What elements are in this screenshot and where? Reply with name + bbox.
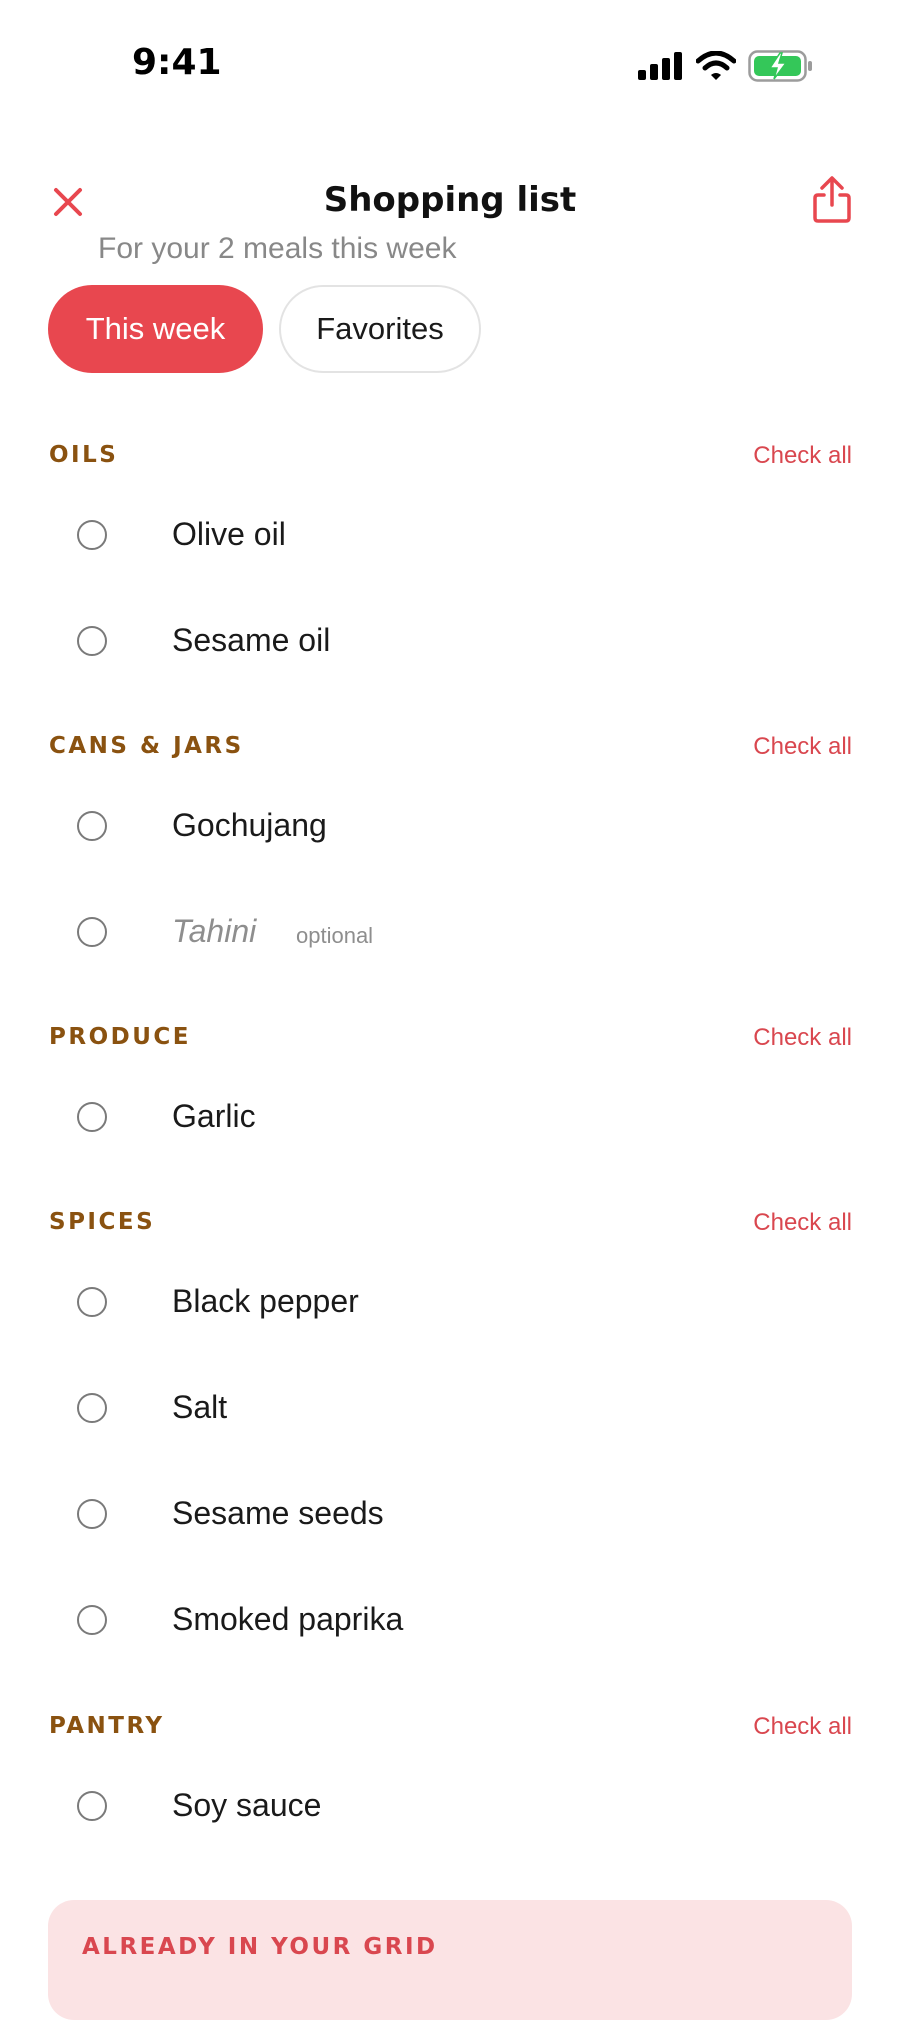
section-title: OILS [49,442,119,468]
checkbox[interactable] [77,1287,107,1317]
item-label: Sesame seeds [172,1495,384,1531]
list-item[interactable]: Sesame oil [0,588,900,694]
check-all-button[interactable]: Check all [753,1209,852,1237]
item-label: Black pepper [172,1283,359,1319]
list-item[interactable]: Smoked paprika [0,1567,900,1673]
list-item[interactable]: Olive oil [0,482,900,588]
check-all-button[interactable]: Check all [753,1713,852,1741]
checkbox[interactable] [77,1791,107,1821]
item-label: Salt [172,1389,228,1425]
section-header: PANTRY Check all [0,1713,900,1753]
check-all-button[interactable]: Check all [753,1024,852,1052]
section-oils: OILS Check all Olive oil Sesame oil [0,442,900,694]
item-label: Olive oil [172,516,286,552]
section-title: PANTRY [49,1713,165,1739]
list-item[interactable]: Sesame seeds [0,1461,900,1567]
subtitle: For your 2 meals this week [98,232,457,265]
optional-tag: optional [296,923,374,948]
checkbox[interactable] [77,1102,107,1132]
item-label: Garlic [172,1098,256,1134]
section-header: PRODUCE Check all [0,1024,900,1064]
check-all-button[interactable]: Check all [753,733,852,761]
check-all-button[interactable]: Check all [753,442,852,470]
status-time: 9:41 [132,42,222,83]
section-title: CANS & JARS [49,733,244,759]
section-header: CANS & JARS Check all [0,733,900,773]
item-label: Gochujang [172,807,327,843]
section-header: OILS Check all [0,442,900,482]
section-produce: PRODUCE Check all Garlic [0,1024,900,1170]
battery-charging-icon [748,50,812,82]
grid-card-title: ALREADY IN YOUR GRID [82,1934,438,1960]
section-title: PRODUCE [49,1024,191,1050]
share-button[interactable] [810,175,854,225]
signal-icon [638,52,682,80]
checkbox[interactable] [77,1605,107,1635]
checkbox[interactable] [77,1393,107,1423]
section-spices: SPICES Check all Black pepper Salt Sesam… [0,1209,900,1673]
list-item[interactable]: Tahini optional [0,879,900,985]
wifi-icon [696,51,736,80]
list-item[interactable]: Black pepper [0,1249,900,1355]
item-label: Smoked paprika [172,1601,404,1637]
tab-favorites[interactable]: Favorites [279,285,481,373]
item-label: Soy sauce [172,1787,322,1823]
tab-this-week[interactable]: This week [48,285,263,373]
section-title: SPICES [49,1209,156,1235]
already-in-grid-card: ALREADY IN YOUR GRID [48,1900,852,2020]
checkbox[interactable] [77,626,107,656]
share-icon [813,176,851,223]
item-label: Tahini [172,913,257,949]
section-cans-jars: CANS & JARS Check all Gochujang Tahini o… [0,733,900,985]
list-item[interactable]: Salt [0,1355,900,1461]
status-bar: 9:41 [0,0,900,130]
section-pantry: PANTRY Check all Soy sauce [0,1713,900,1859]
status-icons [638,48,814,84]
page-title: Shopping list [323,180,577,220]
checkbox[interactable] [77,917,107,947]
checkbox[interactable] [77,1499,107,1529]
list-item[interactable]: Garlic [0,1064,900,1170]
checkbox[interactable] [77,520,107,550]
list-item[interactable]: Gochujang [0,773,900,879]
tab-bar: This week Favorites [48,285,481,373]
checkbox[interactable] [77,811,107,841]
list-item[interactable]: Soy sauce [0,1753,900,1859]
item-label: Sesame oil [172,622,331,658]
section-header: SPICES Check all [0,1209,900,1249]
